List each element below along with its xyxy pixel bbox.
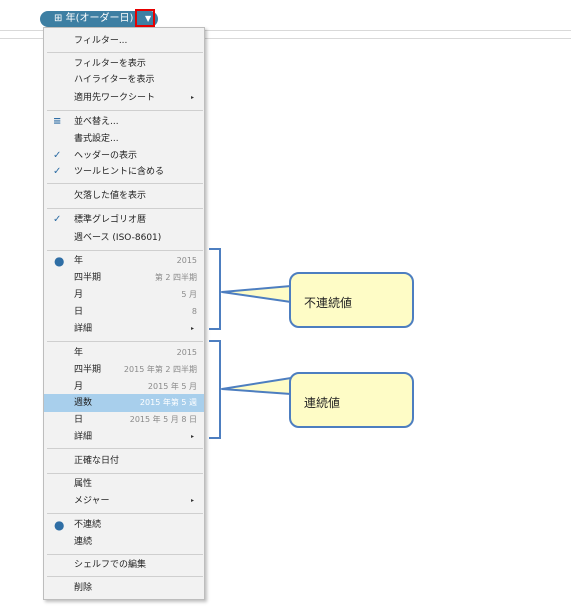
bullet-icon: ●: [54, 518, 65, 532]
menu-item-show-missing[interactable]: 欠落した値を表示: [44, 187, 204, 205]
menu-item-exact-date[interactable]: 正確な日付: [44, 452, 204, 470]
discrete-bracket: [209, 248, 221, 330]
menu-separator: [47, 183, 203, 184]
menu-separator: [47, 513, 203, 514]
submenu-arrow-icon: ▸: [190, 433, 194, 440]
menu-separator: [47, 448, 203, 449]
menu-item-continuous-quarter[interactable]: 四半期 2015 年第 2 四半期: [44, 361, 204, 379]
menu-item-discrete-year[interactable]: ● 年 2015: [44, 252, 204, 270]
menu-item-attribute[interactable]: 属性: [44, 475, 204, 493]
menu-item-discrete-more[interactable]: 詳細 ▸: [44, 320, 204, 338]
menu-item-continuous-week[interactable]: 週数 2015 年第 5 週: [44, 394, 204, 412]
menu-item-continuous-day[interactable]: 日 2015 年 5 月 8 日: [44, 411, 204, 429]
menu-item-continuous-year[interactable]: 年 2015: [44, 344, 204, 362]
dropdown-highlight-box: [135, 9, 155, 27]
menu-item-continuous-more[interactable]: 詳細 ▸: [44, 428, 204, 446]
menu-separator: [47, 250, 203, 251]
menu-separator: [47, 554, 203, 555]
menu-item-discrete-day[interactable]: 日 8: [44, 303, 204, 321]
menu-item-continuous[interactable]: 連続: [44, 533, 204, 551]
submenu-arrow-icon: ▸: [190, 325, 194, 332]
callout-discrete: 不連続値: [289, 272, 414, 328]
discrete-pointer: [221, 285, 292, 303]
menu-item-gregorian[interactable]: ✓ 標準グレゴリオ暦: [44, 211, 204, 229]
menu-item-discrete-quarter[interactable]: 四半期 第 2 四半期: [44, 269, 204, 287]
menu-item-discrete[interactable]: ● 不連続: [44, 516, 204, 534]
submenu-arrow-icon: ▸: [190, 497, 194, 504]
menu-separator: [47, 576, 203, 577]
menu-separator: [47, 208, 203, 209]
context-menu: フィルター... フィルターを表示 ハイライターを表示 適用先ワークシート ▸ …: [43, 27, 205, 600]
menu-separator: [47, 110, 203, 111]
menu-separator: [47, 473, 203, 474]
check-icon: ✓: [53, 166, 62, 177]
continuous-pointer: [221, 377, 292, 395]
menu-item-edit-shelf[interactable]: シェルフでの編集: [44, 556, 204, 574]
menu-item-discrete-month[interactable]: 月 5 月: [44, 286, 204, 304]
calendar-icon: ⊞: [54, 13, 63, 24]
menu-item-sort[interactable]: ≡ 並べ替え...: [44, 113, 204, 131]
date-pill-label: ⊞ 年(オーダー日): [54, 13, 134, 24]
menu-item-filter[interactable]: フィルター...: [44, 32, 204, 50]
menu-item-measure[interactable]: メジャー ▸: [44, 492, 204, 510]
bullet-icon: ●: [54, 254, 65, 268]
menu-separator: [47, 52, 203, 53]
check-icon: ✓: [53, 214, 62, 225]
menu-item-apply-worksheet[interactable]: 適用先ワークシート ▸: [44, 89, 204, 107]
menu-item-show-highlighter[interactable]: ハイライターを表示: [44, 71, 204, 89]
submenu-arrow-icon: ▸: [190, 94, 194, 101]
continuous-bracket: [209, 340, 221, 439]
menu-item-remove[interactable]: 削除: [44, 579, 204, 597]
menu-item-include-tooltip[interactable]: ✓ ツールヒントに含める: [44, 163, 204, 181]
menu-item-format[interactable]: 書式設定...: [44, 130, 204, 148]
callout-continuous: 連続値: [289, 372, 414, 428]
menu-separator: [47, 341, 203, 342]
sort-icon: ≡: [53, 116, 62, 127]
menu-item-iso-week[interactable]: 週ベース (ISO-8601): [44, 229, 204, 247]
